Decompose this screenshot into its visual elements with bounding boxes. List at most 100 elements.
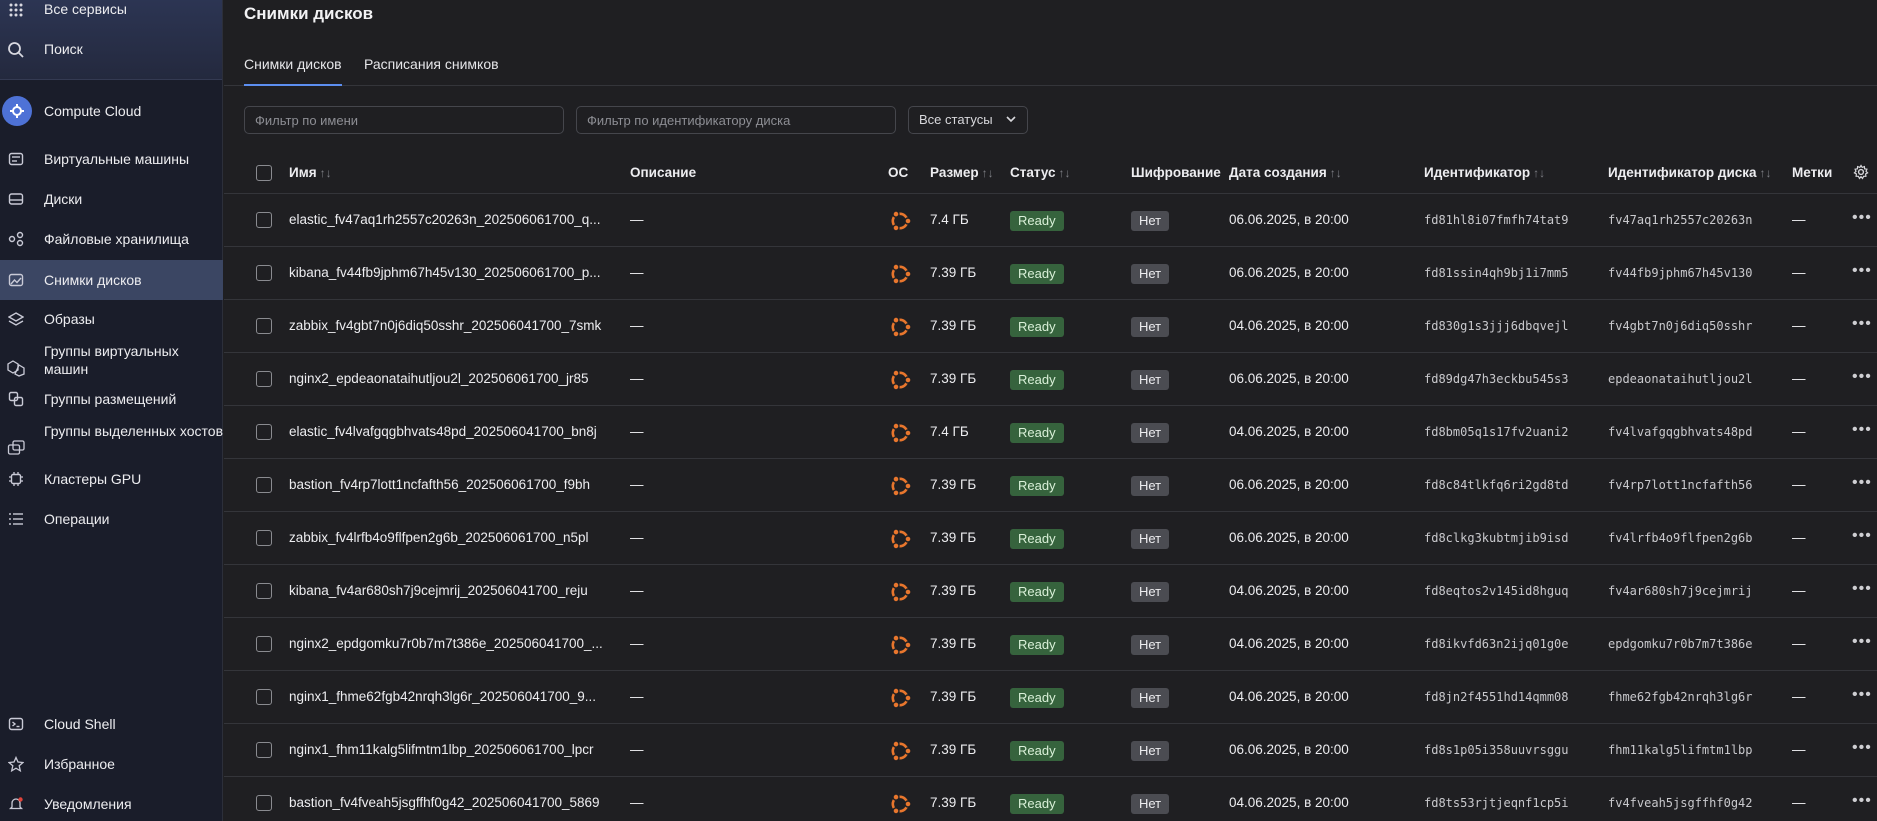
table-row[interactable]: elastic_fv47aq1rh2557c20263n_20250606170… bbox=[224, 194, 1877, 247]
table-row[interactable]: nginx2_epdeaonataihutljou2l_202506061700… bbox=[224, 353, 1877, 406]
host-groups-icon bbox=[6, 438, 26, 458]
status-badge: Ready bbox=[1010, 317, 1064, 337]
cloud-shell-button[interactable]: Cloud Shell bbox=[0, 714, 223, 734]
snapshot-description: — bbox=[630, 530, 644, 545]
encryption-badge: Нет bbox=[1131, 317, 1170, 337]
status-badge: Ready bbox=[1010, 264, 1064, 284]
sidebar-item-snapshots[interactable]: Снимки дисков bbox=[0, 260, 223, 300]
sidebar-item-operations[interactable]: Операции bbox=[0, 509, 223, 529]
row-actions-icon[interactable]: ••• bbox=[1852, 527, 1872, 545]
row-actions-icon[interactable]: ••• bbox=[1852, 686, 1872, 704]
vm-icon bbox=[6, 149, 26, 169]
row-actions-icon[interactable]: ••• bbox=[1852, 633, 1872, 651]
snapshot-name-link[interactable]: nginx1_fhme62fgb42nrqh3lg6r_202506041700… bbox=[289, 689, 596, 704]
row-checkbox[interactable] bbox=[256, 477, 272, 493]
row-checkbox[interactable] bbox=[256, 742, 272, 758]
status-select[interactable]: Все статусы bbox=[908, 106, 1028, 134]
column-status[interactable]: Статус ↑↓ bbox=[1010, 165, 1071, 180]
row-checkbox[interactable] bbox=[256, 795, 272, 811]
ubuntu-icon bbox=[887, 473, 913, 499]
row-checkbox[interactable] bbox=[256, 636, 272, 652]
snapshot-disk-id: fv4rp7lott1ncfafth56 bbox=[1608, 478, 1753, 492]
row-checkbox[interactable] bbox=[256, 265, 272, 281]
gear-icon[interactable] bbox=[1853, 164, 1869, 183]
snapshot-id: fd830g1s3jjj6dbqvejl bbox=[1424, 319, 1569, 333]
snapshot-name-link[interactable]: nginx2_epdgomku7r0b7m7t386e_202506041700… bbox=[289, 636, 603, 651]
sidebar-label: Compute Cloud bbox=[44, 103, 142, 119]
notifications-button[interactable]: Уведомления bbox=[0, 794, 223, 814]
sidebar-item-dedicated-host-groups[interactable]: Группы выделенных хостов bbox=[0, 423, 223, 455]
snapshot-name-link[interactable]: elastic_fv47aq1rh2557c20263n_20250606170… bbox=[289, 212, 601, 227]
sidebar-item-disks[interactable]: Диски bbox=[0, 189, 223, 209]
status-badge: Ready bbox=[1010, 794, 1064, 814]
snapshot-name-link[interactable]: kibana_fv4ar680sh7j9cejmrij_202506041700… bbox=[289, 583, 588, 598]
row-actions-icon[interactable]: ••• bbox=[1852, 368, 1872, 386]
main-content: Снимки дисков Снимки дисков Расписания с… bbox=[224, 0, 1877, 821]
table-row[interactable]: zabbix_fv4lrfb4o9flfpen2g6b_202506061700… bbox=[224, 512, 1877, 565]
all-services-button[interactable]: Все сервисы bbox=[0, 0, 223, 20]
snapshot-name-link[interactable]: nginx1_fhm11kalg5lifmtm1lbp_202506061700… bbox=[289, 742, 593, 757]
table-row[interactable]: kibana_fv4ar680sh7j9cejmrij_202506041700… bbox=[224, 565, 1877, 618]
placement-groups-icon bbox=[6, 389, 26, 409]
row-actions-icon[interactable]: ••• bbox=[1852, 792, 1872, 810]
snapshot-name-link[interactable]: kibana_fv44fb9jphm67h45v130_202506061700… bbox=[289, 265, 601, 280]
row-actions-icon[interactable]: ••• bbox=[1852, 739, 1872, 757]
encryption-badge: Нет bbox=[1131, 264, 1170, 284]
column-size[interactable]: Размер ↑↓ bbox=[930, 165, 994, 180]
row-actions-icon[interactable]: ••• bbox=[1852, 262, 1872, 280]
table-row[interactable]: nginx1_fhm11kalg5lifmtm1lbp_202506061700… bbox=[224, 724, 1877, 777]
column-created[interactable]: Дата создания ↑↓ bbox=[1229, 165, 1342, 180]
table-row[interactable]: kibana_fv44fb9jphm67h45v130_202506061700… bbox=[224, 247, 1877, 300]
row-checkbox[interactable] bbox=[256, 530, 272, 546]
snapshot-id: fd8ikvfd63n2ijq01g0e bbox=[1424, 637, 1569, 651]
service-compute-cloud[interactable]: Compute Cloud bbox=[0, 96, 223, 126]
snapshot-name-link[interactable]: nginx2_epdeaonataihutljou2l_202506061700… bbox=[289, 371, 589, 386]
column-name[interactable]: Имя ↑↓ bbox=[289, 165, 332, 180]
sidebar-item-gpu-clusters[interactable]: Кластеры GPU bbox=[0, 469, 223, 489]
table-row[interactable]: nginx2_epdgomku7r0b7m7t386e_202506041700… bbox=[224, 618, 1877, 671]
table-row[interactable]: bastion_fv4fveah5jsgffhf0g42_20250604170… bbox=[224, 777, 1877, 821]
snapshot-name-link[interactable]: elastic_fv4lvafgqgbhvats48pd_20250604170… bbox=[289, 424, 597, 439]
disk-id-filter-input[interactable] bbox=[576, 106, 896, 134]
select-all-checkbox[interactable] bbox=[256, 165, 272, 181]
row-checkbox[interactable] bbox=[256, 212, 272, 228]
snapshot-name-link[interactable]: bastion_fv4rp7lott1ncfafth56_20250606170… bbox=[289, 477, 590, 492]
table-row[interactable]: zabbix_fv4gbt7n0j6diq50sshr_202506041700… bbox=[224, 300, 1877, 353]
snapshot-name-link[interactable]: zabbix_fv4lrfb4o9flfpen2g6b_202506061700… bbox=[289, 530, 589, 545]
row-actions-icon[interactable]: ••• bbox=[1852, 209, 1872, 227]
snapshot-created: 04.06.2025, в 20:00 bbox=[1229, 424, 1349, 439]
tab-snapshots[interactable]: Снимки дисков bbox=[244, 56, 342, 86]
column-description: Описание bbox=[630, 165, 697, 180]
sidebar-item-placement-groups[interactable]: Группы размещений bbox=[0, 389, 223, 409]
sidebar-item-virtual-machines[interactable]: Виртуальные машины bbox=[0, 149, 223, 169]
row-checkbox[interactable] bbox=[256, 689, 272, 705]
row-actions-icon[interactable]: ••• bbox=[1852, 421, 1872, 439]
row-checkbox[interactable] bbox=[256, 583, 272, 599]
table-row[interactable]: nginx1_fhme62fgb42nrqh3lg6r_202506041700… bbox=[224, 671, 1877, 724]
snapshot-disk-id: fv4fveah5jsgffhf0g42 bbox=[1608, 796, 1753, 810]
snapshot-name-link[interactable]: zabbix_fv4gbt7n0j6diq50sshr_202506041700… bbox=[289, 318, 601, 333]
row-checkbox[interactable] bbox=[256, 424, 272, 440]
snapshot-name-link[interactable]: bastion_fv4fveah5jsgffhf0g42_20250604170… bbox=[289, 795, 600, 810]
table-row[interactable]: bastion_fv4rp7lott1ncfafth56_20250606170… bbox=[224, 459, 1877, 512]
sidebar-item-instance-groups[interactable]: Группы виртуальных машин bbox=[0, 343, 223, 377]
table-row[interactable]: elastic_fv4lvafgqgbhvats48pd_20250604170… bbox=[224, 406, 1877, 459]
tab-snapshot-schedules[interactable]: Расписания снимков bbox=[364, 56, 499, 72]
snapshot-disk-id: epdeaonataihutljou2l bbox=[1608, 372, 1753, 386]
column-id[interactable]: Идентификатор ↑↓ bbox=[1424, 165, 1545, 180]
row-checkbox[interactable] bbox=[256, 318, 272, 334]
snapshot-labels: — bbox=[1792, 371, 1806, 386]
row-actions-icon[interactable]: ••• bbox=[1852, 580, 1872, 598]
row-actions-icon[interactable]: ••• bbox=[1852, 315, 1872, 333]
column-disk-id[interactable]: Идентификатор диска ↑↓ bbox=[1608, 165, 1772, 180]
name-filter-input[interactable] bbox=[244, 106, 564, 134]
snapshot-description: — bbox=[630, 742, 644, 757]
ubuntu-icon bbox=[887, 685, 913, 711]
sidebar-item-file-storages[interactable]: Файловые хранилища bbox=[0, 229, 223, 249]
snapshot-size: 7.39 ГБ bbox=[930, 530, 977, 545]
favorites-button[interactable]: Избранное bbox=[0, 754, 223, 774]
sidebar-item-images[interactable]: Образы bbox=[0, 309, 223, 329]
row-checkbox[interactable] bbox=[256, 371, 272, 387]
snapshot-disk-id: fv4ar680sh7j9cejmrij bbox=[1608, 584, 1753, 598]
row-actions-icon[interactable]: ••• bbox=[1852, 474, 1872, 492]
